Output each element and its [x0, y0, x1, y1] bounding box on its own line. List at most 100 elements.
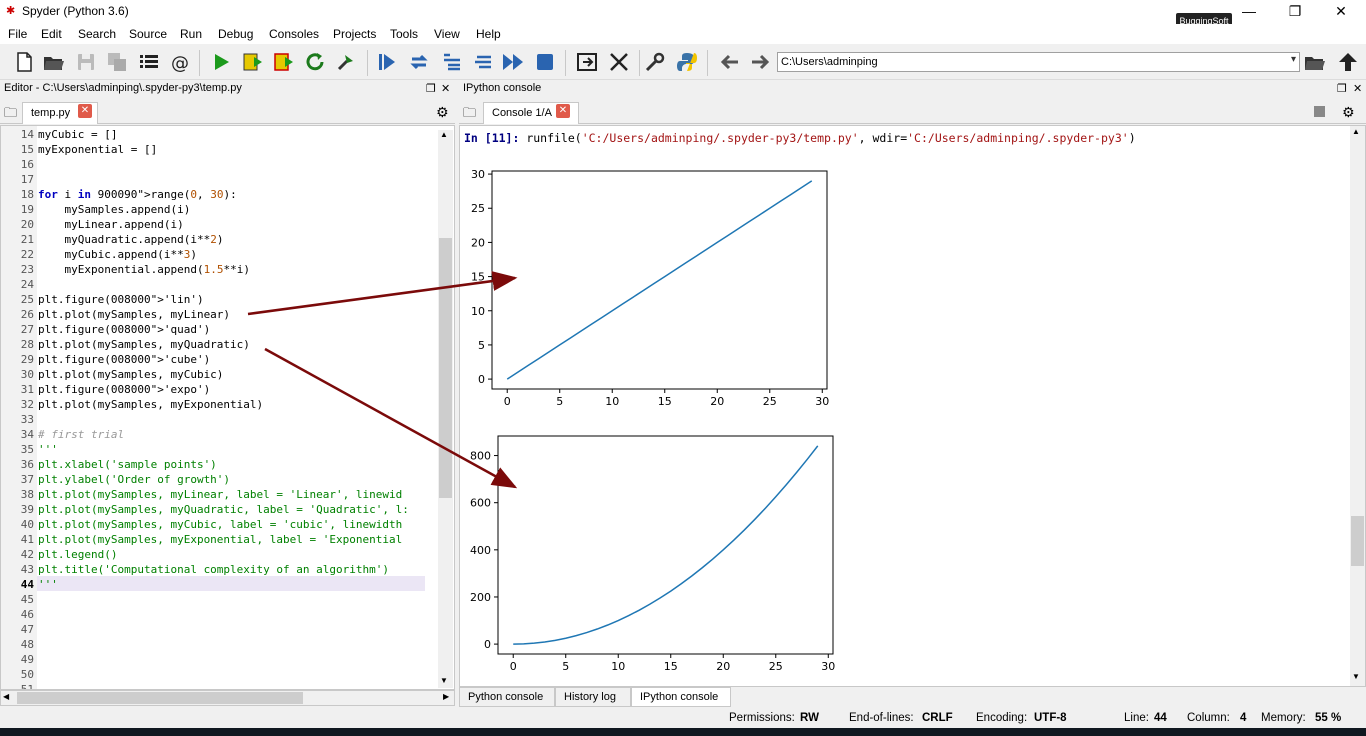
close-tab-icon[interactable]: ✕: [78, 104, 92, 118]
code-line: plt.ylabel('Order of growth'): [38, 473, 231, 486]
menu-source[interactable]: Source: [129, 27, 167, 41]
stop-debug-icon[interactable]: [533, 51, 557, 73]
step-icon[interactable]: [408, 51, 432, 73]
permissions-value: RW: [800, 712, 819, 724]
maximize-pane-icon[interactable]: [575, 51, 599, 73]
scroll-up-icon[interactable]: ▲: [440, 130, 448, 139]
plot-frame: [497, 435, 834, 655]
step-into-icon[interactable]: [440, 51, 464, 73]
rerun-icon[interactable]: [304, 51, 328, 73]
menu-edit[interactable]: Edit: [41, 27, 62, 41]
editor-vertical-scrollbar[interactable]: ▲ ▼: [438, 130, 453, 688]
run-cell-advance-icon[interactable]: [272, 51, 296, 73]
preferences-icon[interactable]: [643, 51, 667, 73]
editor-pane-header: Editor - C:\Users\adminping\.spyder-py3\…: [4, 82, 450, 98]
x-tick-label: 20: [716, 660, 730, 673]
minimize-button[interactable]: —: [1226, 0, 1272, 24]
close-pane-icon[interactable]: ✕: [1353, 82, 1362, 95]
line-number: 29: [20, 353, 34, 366]
continue-icon[interactable]: [501, 51, 525, 73]
working-directory-combobox[interactable]: ▾: [777, 52, 1300, 72]
code-line: plt.plot(mySamples, myQuadratic): [38, 338, 250, 351]
code-line: plt.plot(mySamples, myQuadratic, label =…: [38, 503, 409, 516]
parent-directory-icon[interactable]: [1336, 51, 1360, 73]
forward-arrow-icon[interactable]: [748, 51, 772, 73]
ipython-console[interactable]: In [11]: runfile('C:/Users/adminping/.sp…: [459, 125, 1366, 687]
browse-tabs-icon[interactable]: 🗀: [463, 104, 476, 126]
hscroll-thumb[interactable]: [17, 692, 303, 704]
menu-help[interactable]: Help: [476, 27, 501, 41]
close-window-button[interactable]: ✕: [1318, 0, 1364, 24]
line-label: Line:: [1124, 712, 1149, 724]
run-selection-icon[interactable]: [335, 51, 359, 73]
undock-icon[interactable]: ❐: [1337, 82, 1347, 95]
editor-title: Editor - C:\Users\adminping\.spyder-py3\…: [4, 82, 242, 94]
line-number: 21: [20, 233, 34, 246]
tab-label: Console 1/A: [492, 107, 552, 119]
y-tick-label: 15: [471, 271, 485, 284]
svg-text:@: @: [171, 53, 189, 73]
run-icon[interactable]: [209, 51, 233, 73]
menu-projects[interactable]: Projects: [333, 27, 376, 41]
y-tick-label: 30: [471, 168, 485, 181]
working-directory-input[interactable]: [778, 53, 1273, 71]
code-line: ''': [38, 578, 58, 591]
fullscreen-icon[interactable]: [607, 51, 631, 73]
undock-icon[interactable]: ❐: [426, 82, 436, 95]
back-arrow-icon[interactable]: [718, 51, 742, 73]
code-line: myLinear.append(i): [38, 218, 184, 231]
line-number: 24: [20, 278, 34, 291]
menu-consoles[interactable]: Consoles: [269, 27, 319, 41]
line-number: 18: [20, 188, 34, 201]
chevron-down-icon[interactable]: ▾: [1291, 54, 1296, 65]
menu-file[interactable]: File: [8, 27, 27, 41]
tab-ipython-console[interactable]: IPython console: [631, 687, 731, 707]
debug-icon[interactable]: [375, 51, 399, 73]
code-line: mySamples.append(i): [38, 203, 191, 216]
scroll-right-icon[interactable]: ▶: [443, 692, 449, 701]
tab-history-log[interactable]: History log: [555, 687, 631, 707]
close-pane-icon[interactable]: ✕: [441, 82, 450, 95]
gear-icon[interactable]: ⚙: [1342, 104, 1355, 121]
memory-label: Memory:: [1261, 712, 1306, 724]
open-file-icon[interactable]: [42, 51, 66, 73]
line-number: 26: [20, 308, 34, 321]
x-tick-label: 25: [763, 395, 777, 408]
maximize-button[interactable]: ❐: [1272, 0, 1318, 24]
browse-tabs-icon[interactable]: 🗀: [4, 104, 17, 126]
scroll-thumb[interactable]: [439, 238, 452, 498]
save-icon[interactable]: [74, 51, 98, 73]
new-file-icon[interactable]: [12, 51, 36, 73]
browse-folder-icon[interactable]: [1303, 51, 1327, 73]
code-editor[interactable]: 14 15 16 17 18 19 20 21 22 23 24 25 26 27 28 29 30 31 32 33…: [0, 125, 455, 690]
menu-run[interactable]: Run: [180, 27, 202, 41]
menu-debug[interactable]: Debug: [218, 27, 253, 41]
editor-horizontal-scrollbar[interactable]: ◀ ▶: [0, 690, 455, 706]
close-tab-icon[interactable]: ✕: [556, 104, 570, 118]
y-tick-label: 600: [470, 497, 491, 510]
tab-python-console[interactable]: Python console: [459, 687, 555, 707]
line-number: 38: [20, 488, 34, 501]
run-cell-icon[interactable]: [241, 51, 265, 73]
gear-icon[interactable]: ⚙: [436, 104, 449, 121]
scroll-down-icon[interactable]: ▼: [1352, 672, 1360, 681]
menu-view[interactable]: View: [434, 27, 460, 41]
stop-icon[interactable]: [1314, 106, 1325, 117]
step-return-icon[interactable]: [471, 51, 495, 73]
code-line: plt.figure(008000">'lin'): [38, 293, 204, 306]
menu-search[interactable]: Search: [78, 27, 116, 41]
scroll-down-icon[interactable]: ▼: [440, 676, 448, 685]
console-vertical-scrollbar[interactable]: ▲ ▼: [1350, 126, 1365, 686]
line-number: 28: [20, 338, 34, 351]
python-path-icon[interactable]: [675, 51, 699, 73]
menu-tools[interactable]: Tools: [390, 27, 418, 41]
console-pane-header: IPython console ❐ ✕: [463, 82, 1363, 98]
console-tab-bar: 🗀 Console 1/A ✕ ⚙: [459, 100, 1366, 124]
file-list-icon[interactable]: [137, 51, 161, 73]
save-all-icon[interactable]: [105, 51, 129, 73]
scroll-left-icon[interactable]: ◀: [3, 692, 9, 701]
scroll-up-icon[interactable]: ▲: [1352, 127, 1360, 136]
at-symbol-icon[interactable]: @: [168, 51, 192, 74]
scroll-thumb[interactable]: [1351, 516, 1364, 566]
code-line: myCubic = []: [38, 128, 118, 141]
